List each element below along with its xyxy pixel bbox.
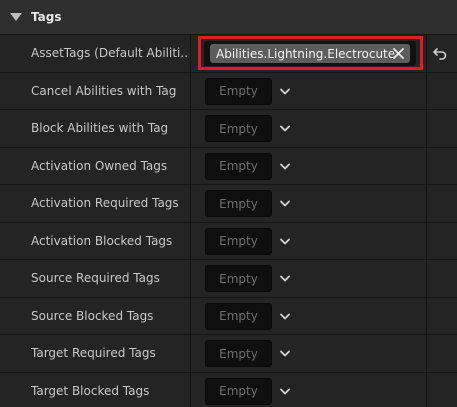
property-row-target-blocked: Target Blocked Tags Empty xyxy=(0,372,457,407)
property-row-source-blocked: Source Blocked Tags Empty xyxy=(0,297,457,335)
chevron-down-icon[interactable] xyxy=(279,123,291,135)
tag-value-button[interactable]: Empty xyxy=(205,190,272,217)
property-row-cancel-abilities: Cancel Abilities with Tag Empty xyxy=(0,72,457,110)
tag-value-button[interactable]: Empty xyxy=(205,265,272,292)
collapse-arrow-icon[interactable] xyxy=(10,13,22,21)
column-divider xyxy=(426,147,427,184)
column-divider xyxy=(426,110,427,147)
property-label: Activation Required Tags xyxy=(31,196,179,211)
chevron-down-icon[interactable] xyxy=(279,273,291,285)
column-divider xyxy=(190,147,191,184)
tag-value-button[interactable]: Empty xyxy=(205,377,272,405)
column-divider xyxy=(190,72,191,109)
column-divider xyxy=(426,72,427,109)
column-divider xyxy=(190,372,191,407)
property-label: AssetTags (Default Abiliti... xyxy=(31,46,187,61)
column-divider xyxy=(190,335,191,372)
column-divider xyxy=(426,260,427,297)
tag-value-button[interactable]: Empty xyxy=(205,152,272,180)
property-label: Target Required Tags xyxy=(31,346,156,361)
reset-arrow-icon[interactable] xyxy=(432,45,448,61)
tag-property-list: AssetTags (Default Abiliti... Abilities.… xyxy=(0,35,457,407)
property-row-asset-tags: AssetTags (Default Abiliti... Abilities.… xyxy=(0,35,457,73)
tag-value-button[interactable]: Empty xyxy=(205,227,272,255)
chevron-down-icon[interactable] xyxy=(279,86,291,98)
column-divider xyxy=(426,35,427,72)
tag-value-button[interactable]: Empty xyxy=(205,302,272,330)
tag-value-button[interactable]: Empty xyxy=(205,77,272,105)
column-divider xyxy=(426,297,427,334)
section-title: Tags xyxy=(31,10,62,24)
column-divider xyxy=(426,222,427,259)
column-divider xyxy=(426,372,427,407)
property-label: Target Blocked Tags xyxy=(31,383,150,398)
column-divider xyxy=(190,185,191,222)
property-row-source-required: Source Required Tags Empty xyxy=(0,260,457,298)
property-row-block-abilities: Block Abilities with Tag Empty xyxy=(0,110,457,148)
column-divider xyxy=(190,222,191,259)
property-row-activation-owned: Activation Owned Tags Empty xyxy=(0,147,457,185)
property-label: Activation Blocked Tags xyxy=(31,233,173,248)
chevron-down-icon[interactable] xyxy=(279,386,291,398)
column-divider xyxy=(190,35,191,72)
highlight-box xyxy=(198,36,423,70)
tag-value-button[interactable]: Empty xyxy=(205,340,272,367)
tags-section-header[interactable]: Tags xyxy=(0,0,457,35)
property-label: Source Blocked Tags xyxy=(31,308,154,323)
column-divider xyxy=(190,260,191,297)
chevron-down-icon[interactable] xyxy=(279,311,291,323)
tag-value-button[interactable]: Empty xyxy=(205,115,272,142)
property-row-activation-blocked: Activation Blocked Tags Empty xyxy=(0,222,457,260)
property-row-target-required: Target Required Tags Empty xyxy=(0,335,457,373)
chevron-down-icon[interactable] xyxy=(279,348,291,360)
column-divider xyxy=(190,110,191,147)
property-label: Cancel Abilities with Tag xyxy=(31,83,177,98)
column-divider xyxy=(190,297,191,334)
property-row-activation-required: Activation Required Tags Empty xyxy=(0,185,457,223)
property-label: Block Abilities with Tag xyxy=(31,121,169,136)
chevron-down-icon[interactable] xyxy=(279,236,291,248)
details-panel: Tags AssetTags (Default Abiliti... Abili… xyxy=(0,0,457,407)
property-label: Activation Owned Tags xyxy=(31,158,168,173)
column-divider xyxy=(426,335,427,372)
chevron-down-icon[interactable] xyxy=(279,161,291,173)
column-divider xyxy=(426,185,427,222)
chevron-down-icon[interactable] xyxy=(279,198,291,210)
property-label: Source Required Tags xyxy=(31,271,160,286)
